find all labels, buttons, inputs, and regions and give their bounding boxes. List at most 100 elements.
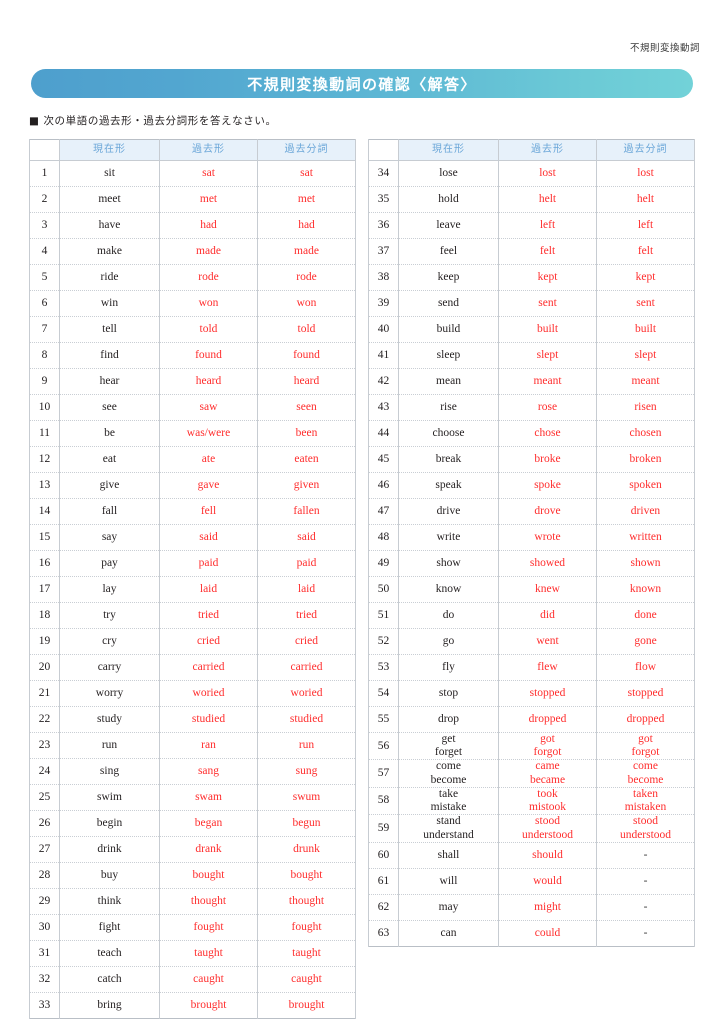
cell-present-form: take mistake (398, 787, 499, 816)
verb-table-right-wrapper: 現在形 過去形 過去分詞 34 lose lost lost 35 hold helt hel… (368, 139, 695, 947)
row-number: 25 (29, 784, 60, 811)
cell-past-form: began (159, 810, 258, 837)
table-row: 37 feel felt felt (368, 238, 695, 265)
cell-past-form: drank (159, 836, 258, 863)
cell-present-form: pay (59, 550, 160, 577)
row-number: 45 (368, 446, 399, 473)
cell-past-participle: taught (257, 940, 356, 967)
cell-past-form: ate (159, 446, 258, 473)
cell-past-form: dropped (498, 706, 597, 733)
table-row: 61 will would - (368, 868, 695, 895)
cell-present-form: stop (398, 680, 499, 707)
cell-present-form: shall (398, 842, 499, 869)
table-row: 49 show showed shown (368, 550, 695, 577)
cell-present-form: think (59, 888, 160, 915)
cell-past-form: laid (159, 576, 258, 603)
cell-present-form: lay (59, 576, 160, 603)
column-header-past-participle: 過去分詞 (257, 139, 356, 161)
table-row: 38 keep kept kept (368, 264, 695, 291)
cell-past-participle: driven (596, 498, 695, 525)
cell-present-form: buy (59, 862, 160, 889)
cell-present-form: send (398, 290, 499, 317)
cell-past-participle: spoken (596, 472, 695, 499)
cell-past-participle: lost (596, 160, 695, 187)
row-number: 9 (29, 368, 60, 395)
row-number: 30 (29, 914, 60, 941)
cell-present-form: cry (59, 628, 160, 655)
cell-present-form: build (398, 316, 499, 343)
row-number: 60 (368, 842, 399, 869)
table-row: 5 ride rode rode (29, 264, 356, 291)
cell-past-participle: - (596, 842, 695, 869)
cell-present-form: say (59, 524, 160, 551)
cell-present-form: fly (398, 654, 499, 681)
row-number: 11 (29, 420, 60, 447)
cell-present-form: speak (398, 472, 499, 499)
table-row: 26 begin began begun (29, 810, 356, 837)
row-number: 26 (29, 810, 60, 837)
cell-present-form: keep (398, 264, 499, 291)
row-number: 39 (368, 290, 399, 317)
cell-past-form: swam (159, 784, 258, 811)
table-row: 54 stop stopped stopped (368, 680, 695, 707)
cell-past-participle: eaten (257, 446, 356, 473)
cell-present-form: begin (59, 810, 160, 837)
cell-past-form: chose (498, 420, 597, 447)
cell-past-form: cried (159, 628, 258, 655)
cell-past-participle: sent (596, 290, 695, 317)
cell-past-form: thought (159, 888, 258, 915)
cell-past-participle: given (257, 472, 356, 499)
row-number: 21 (29, 680, 60, 707)
table-row: 62 may might - (368, 894, 695, 921)
cell-past-participle: won (257, 290, 356, 317)
cell-past-form: flew (498, 654, 597, 681)
cell-past-participle: studied (257, 706, 356, 733)
cell-past-participle: written (596, 524, 695, 551)
cell-past-participle: known (596, 576, 695, 603)
table-row: 11 be was/were been (29, 420, 356, 447)
row-number: 19 (29, 628, 60, 655)
cell-past-form: fought (159, 914, 258, 941)
table-row: 6 win won won (29, 290, 356, 317)
cell-past-participle: helt (596, 186, 695, 213)
cell-past-participle: begun (257, 810, 356, 837)
cell-present-form: fight (59, 914, 160, 941)
table-row: 21 worry woried woried (29, 680, 356, 707)
verb-table-right: 現在形 過去形 過去分詞 34 lose lost lost 35 hold helt hel… (368, 139, 695, 947)
cell-past-participle: had (257, 212, 356, 239)
table-row: 23 run ran run (29, 732, 356, 759)
row-number: 50 (368, 576, 399, 603)
cell-past-form: left (498, 212, 597, 239)
cell-past-form: wrote (498, 524, 597, 551)
table-row: 24 sing sang sung (29, 758, 356, 785)
row-number: 20 (29, 654, 60, 681)
row-number: 22 (29, 706, 60, 733)
cell-past-form: won (159, 290, 258, 317)
cell-past-participle: chosen (596, 420, 695, 447)
cell-present-form: worry (59, 680, 160, 707)
table-row: 63 can could - (368, 920, 695, 947)
cell-present-form: hold (398, 186, 499, 213)
cell-past-participle: met (257, 186, 356, 213)
cell-past-form: knew (498, 576, 597, 603)
cell-past-participle: bought (257, 862, 356, 889)
cell-past-participle: sung (257, 758, 356, 785)
column-header-past: 過去形 (159, 139, 258, 161)
cell-past-participle: been (257, 420, 356, 447)
page-title: 不規則変換動詞の確認〈解答〉 (247, 75, 477, 93)
cell-past-participle: built (596, 316, 695, 343)
cell-present-form: try (59, 602, 160, 629)
table-row: 15 say said said (29, 524, 356, 551)
row-number: 37 (368, 238, 399, 265)
cell-past-form: stood understood (498, 814, 597, 843)
table-row: 14 fall fell fallen (29, 498, 356, 525)
row-number: 38 (368, 264, 399, 291)
row-number: 43 (368, 394, 399, 421)
cell-past-form: built (498, 316, 597, 343)
table-header-left: 現在形 過去形 過去分詞 (29, 139, 356, 161)
row-number: 12 (29, 446, 60, 473)
cell-past-participle: rode (257, 264, 356, 291)
table-row: 8 find found found (29, 342, 356, 369)
cell-present-form: fall (59, 498, 160, 525)
table-row: 51 do did done (368, 602, 695, 629)
